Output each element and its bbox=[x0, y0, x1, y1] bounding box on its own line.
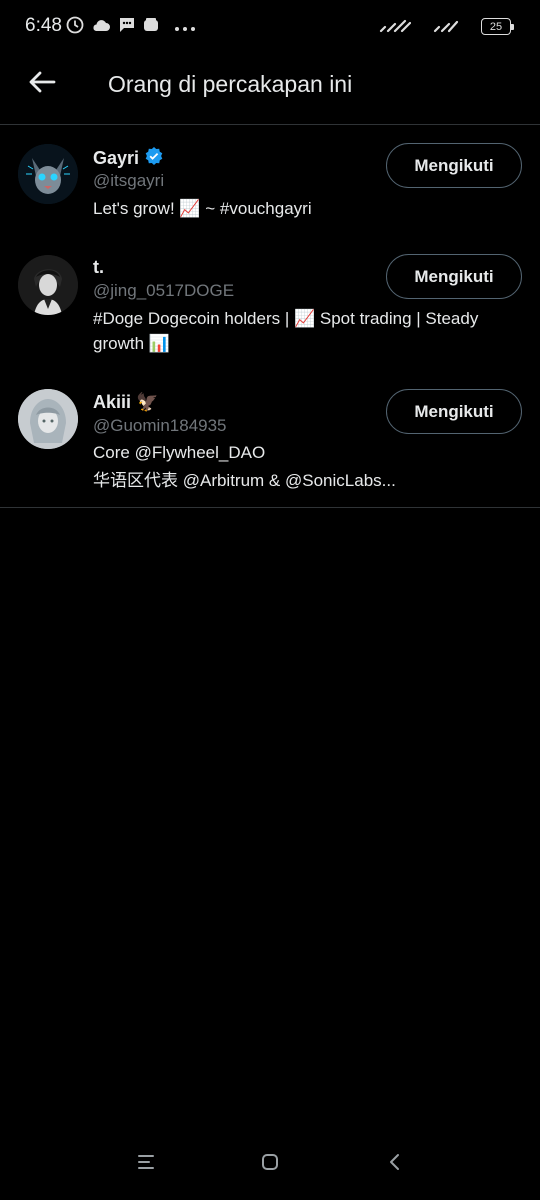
name-row: Gayri bbox=[93, 147, 163, 170]
home-icon bbox=[261, 1153, 279, 1176]
system-back-button[interactable] bbox=[382, 1152, 406, 1176]
verified-badge-icon bbox=[145, 147, 163, 170]
user-handle: @Guomin184935 bbox=[93, 416, 227, 435]
user-handle: @jing_0517DOGE bbox=[93, 281, 235, 300]
display-name: Gayri bbox=[93, 148, 140, 168]
cloud-icon bbox=[91, 17, 111, 38]
bio-line: Core @Flywheel_DAO bbox=[93, 443, 266, 462]
status-right-icons: 25 bbox=[379, 15, 514, 38]
user-bio: #Doge Dogecoin holders | 📈 Spot trading … bbox=[93, 309, 479, 353]
list-divider bbox=[0, 507, 540, 508]
clock-icon bbox=[66, 16, 84, 39]
back-button[interactable] bbox=[26, 68, 58, 100]
home-button[interactable] bbox=[258, 1152, 282, 1176]
more-dots-icon bbox=[174, 19, 196, 37]
avatar[interactable] bbox=[18, 389, 78, 449]
signal-icon bbox=[433, 15, 459, 38]
system-nav-bar bbox=[0, 1128, 540, 1200]
message-icon bbox=[118, 16, 136, 39]
page-title: Orang di percakapan ini bbox=[108, 71, 353, 97]
list-item[interactable]: Gayri @itsgayri Let's grow! 📈 ~ #vouchga… bbox=[0, 125, 540, 240]
battery-level: 25 bbox=[489, 20, 503, 33]
user-bio: Let's grow! 📈 ~ #vouchgayri bbox=[93, 199, 312, 218]
avatar[interactable] bbox=[18, 144, 78, 204]
following-button[interactable]: Mengikuti bbox=[386, 254, 522, 299]
list-item[interactable]: Akiii 🦅 @Guomin184935 Core @Flywheel_DAO… bbox=[0, 380, 540, 508]
display-name: t. bbox=[93, 257, 104, 277]
page-header: Orang di percakapan ini bbox=[0, 52, 540, 124]
wallet-icon bbox=[143, 17, 159, 38]
bio-line: 华语区代表 @Arbitrum & @SonicLabs... bbox=[93, 471, 396, 490]
user-bio: Core @Flywheel_DAO 华语区代表 @Arbitrum & @So… bbox=[93, 440, 513, 493]
list-item[interactable]: t. @jing_0517DOGE #Doge Dogecoin holders… bbox=[0, 240, 540, 380]
battery-icon: 25 bbox=[481, 18, 514, 35]
recents-button[interactable] bbox=[134, 1152, 158, 1176]
status-time: 6:48 bbox=[25, 15, 62, 36]
name-row: t. bbox=[93, 257, 104, 278]
name-row: Akiii 🦅 bbox=[93, 392, 158, 413]
back-icon bbox=[387, 1153, 401, 1176]
status-bar: 6:48 25 bbox=[0, 0, 540, 52]
arrow-left-icon bbox=[28, 70, 56, 99]
signal-icon bbox=[379, 15, 412, 38]
recents-icon bbox=[137, 1154, 155, 1175]
display-name: Akiii 🦅 bbox=[93, 392, 159, 412]
following-button[interactable]: Mengikuti bbox=[386, 143, 522, 188]
following-button[interactable]: Mengikuti bbox=[386, 389, 522, 434]
user-handle: @itsgayri bbox=[93, 171, 165, 190]
status-left-icons bbox=[66, 16, 196, 39]
avatar[interactable] bbox=[18, 255, 78, 315]
